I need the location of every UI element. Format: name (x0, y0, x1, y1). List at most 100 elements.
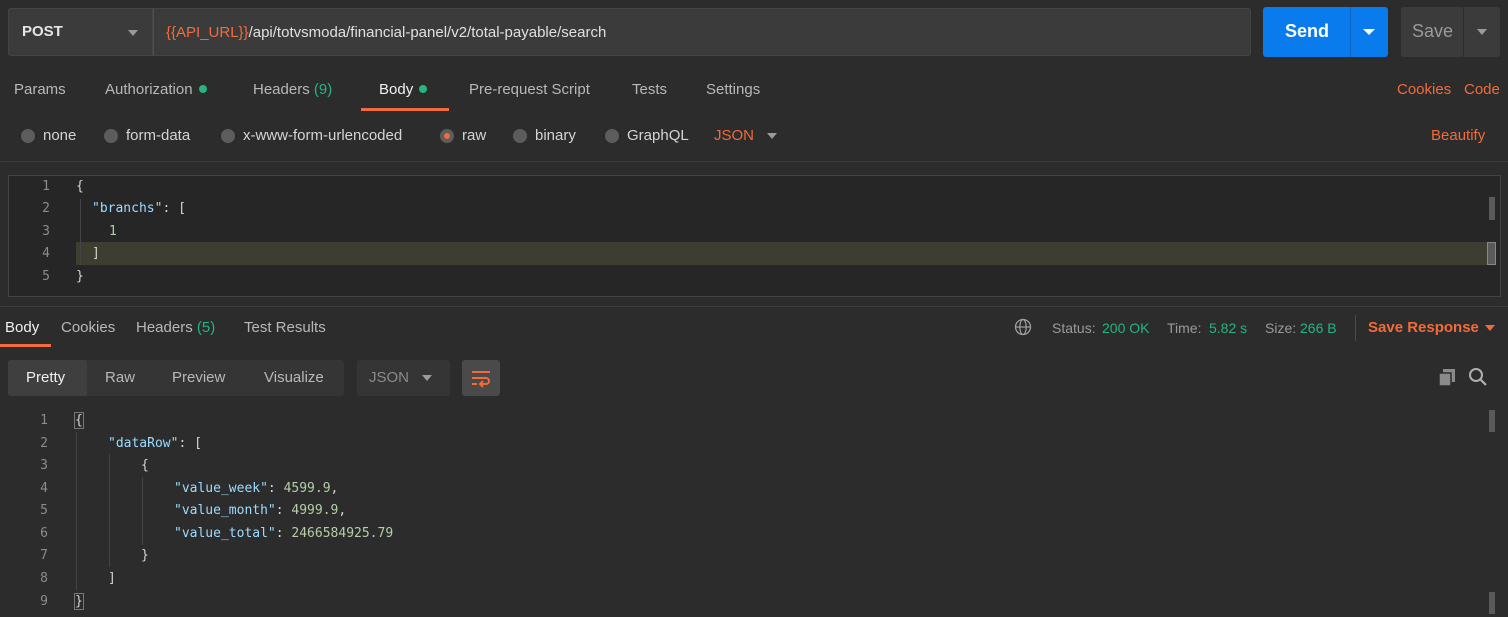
status-value[interactable]: 200 OK (1102, 320, 1149, 336)
globe-icon[interactable] (1014, 318, 1032, 340)
code-line: } (141, 548, 149, 563)
indent-guide (80, 199, 81, 265)
tab-body[interactable]: Body (379, 81, 428, 98)
tab-authorization[interactable]: Authorization (105, 81, 207, 98)
text-cursor (1487, 242, 1496, 265)
headers-count: (9) (313, 81, 333, 98)
save-label: Save (1412, 21, 1454, 41)
tab-settings[interactable]: Settings (706, 81, 760, 98)
scrollbar-thumb[interactable] (1489, 410, 1495, 432)
line-number: 4 (42, 246, 50, 261)
size-label: Size: (1265, 320, 1297, 336)
response-tab-body[interactable]: Body (5, 319, 39, 336)
save-response-button[interactable]: Save Response (1368, 319, 1479, 336)
save-divider (1463, 7, 1464, 57)
line-number: 4 (40, 481, 48, 496)
radio-graphql[interactable] (605, 129, 619, 143)
url-input[interactable]: {{API_URL}}/api/totvsmoda/financial-pane… (153, 8, 1251, 56)
view-visualize[interactable]: Visualize (246, 360, 342, 396)
indent-guide (109, 454, 110, 567)
code-line: } (76, 269, 84, 284)
indent-guide (142, 477, 143, 545)
response-tab-headers[interactable]: Headers (5) (136, 319, 215, 336)
code-line: "value_week": 4599.9, (174, 481, 339, 496)
current-line-highlight (76, 242, 1488, 265)
view-pretty[interactable]: Pretty (8, 360, 87, 396)
code-line: "value_month": 4999.9, (174, 503, 347, 518)
json-value: 4999.9 (291, 503, 339, 518)
line-number: 9 (40, 594, 48, 609)
view-preview[interactable]: Preview (154, 360, 243, 396)
tab-authorization-label: Authorization (105, 81, 193, 98)
json-value: 4599.9 (283, 481, 331, 496)
radio-urlencoded[interactable] (221, 129, 235, 143)
line-number: 8 (40, 571, 48, 586)
radio-form-data-label: form-data (126, 127, 191, 144)
code-line: "branchs": [ (92, 201, 186, 216)
radio-raw-label: raw (462, 127, 487, 144)
tab-headers[interactable]: Headers (9) (253, 81, 332, 98)
headers-count: (5) (196, 319, 216, 336)
line-number: 5 (40, 503, 48, 518)
json-key: "value_total" (174, 526, 276, 541)
chevron-down-icon[interactable] (1485, 325, 1495, 331)
active-tab-indicator (0, 344, 51, 347)
tab-prerequest-script[interactable]: Pre-request Script (469, 81, 590, 98)
divider (0, 306, 1508, 307)
scrollbar-thumb[interactable] (1489, 197, 1495, 220)
response-format-select[interactable]: JSON (357, 360, 450, 396)
wrap-lines-icon (470, 368, 492, 392)
json-key: "branchs" (92, 201, 163, 216)
response-tab-test-results[interactable]: Test Results (244, 319, 326, 336)
radio-form-data[interactable] (104, 129, 118, 143)
chevron-down-icon[interactable] (767, 133, 777, 139)
send-button[interactable]: Send (1263, 7, 1388, 57)
line-number: 6 (40, 526, 48, 541)
save-button[interactable]: Save (1401, 7, 1500, 57)
view-raw[interactable]: Raw (87, 360, 153, 396)
code-line: ] (92, 246, 100, 261)
code-line: { (141, 458, 149, 473)
line-number: 3 (40, 458, 48, 473)
size-value[interactable]: 266 B (1300, 320, 1337, 336)
radio-binary[interactable] (513, 129, 527, 143)
chevron-down-icon[interactable] (1477, 29, 1487, 35)
radio-none[interactable] (21, 129, 35, 143)
response-tab-headers-label: Headers (136, 319, 193, 336)
line-number: 1 (42, 179, 50, 194)
status-dot (198, 85, 207, 94)
code-line: ] (108, 571, 116, 586)
tab-tests[interactable]: Tests (632, 81, 667, 98)
copy-icon[interactable] (1437, 367, 1457, 391)
radio-raw[interactable] (440, 129, 454, 143)
code-line: { (74, 412, 84, 429)
response-tab-cookies[interactable]: Cookies (61, 319, 115, 336)
divider (0, 161, 1508, 162)
chevron-down-icon[interactable] (1363, 29, 1375, 35)
response-format-label: JSON (369, 369, 410, 386)
scrollbar-thumb[interactable] (1489, 592, 1495, 614)
method-label: POST (22, 23, 63, 40)
line-number: 7 (40, 548, 48, 563)
json-key: "dataRow" (108, 436, 179, 451)
time-value[interactable]: 5.82 s (1209, 320, 1247, 336)
body-format-select[interactable]: JSON (714, 127, 754, 144)
json-key: "value_week" (174, 481, 268, 496)
indent-guide (76, 432, 77, 590)
method-select[interactable]: POST (8, 8, 153, 56)
beautify-link[interactable]: Beautify (1431, 127, 1485, 144)
tab-params[interactable]: Params (14, 81, 66, 98)
json-punct: : [ (178, 436, 202, 451)
tab-headers-label: Headers (253, 81, 310, 98)
radio-urlencoded-label: x-www-form-urlencoded (243, 127, 403, 144)
json-key: "value_month" (174, 503, 276, 518)
request-body-editor[interactable] (8, 175, 1501, 297)
send-divider (1350, 7, 1351, 57)
chevron-down-icon (128, 30, 138, 36)
code-link[interactable]: Code (1464, 81, 1500, 98)
send-label: Send (1285, 21, 1330, 41)
wrap-lines-button[interactable] (462, 360, 500, 396)
status-dot (419, 85, 428, 94)
search-icon[interactable] (1468, 367, 1488, 391)
cookies-link[interactable]: Cookies (1397, 81, 1451, 98)
